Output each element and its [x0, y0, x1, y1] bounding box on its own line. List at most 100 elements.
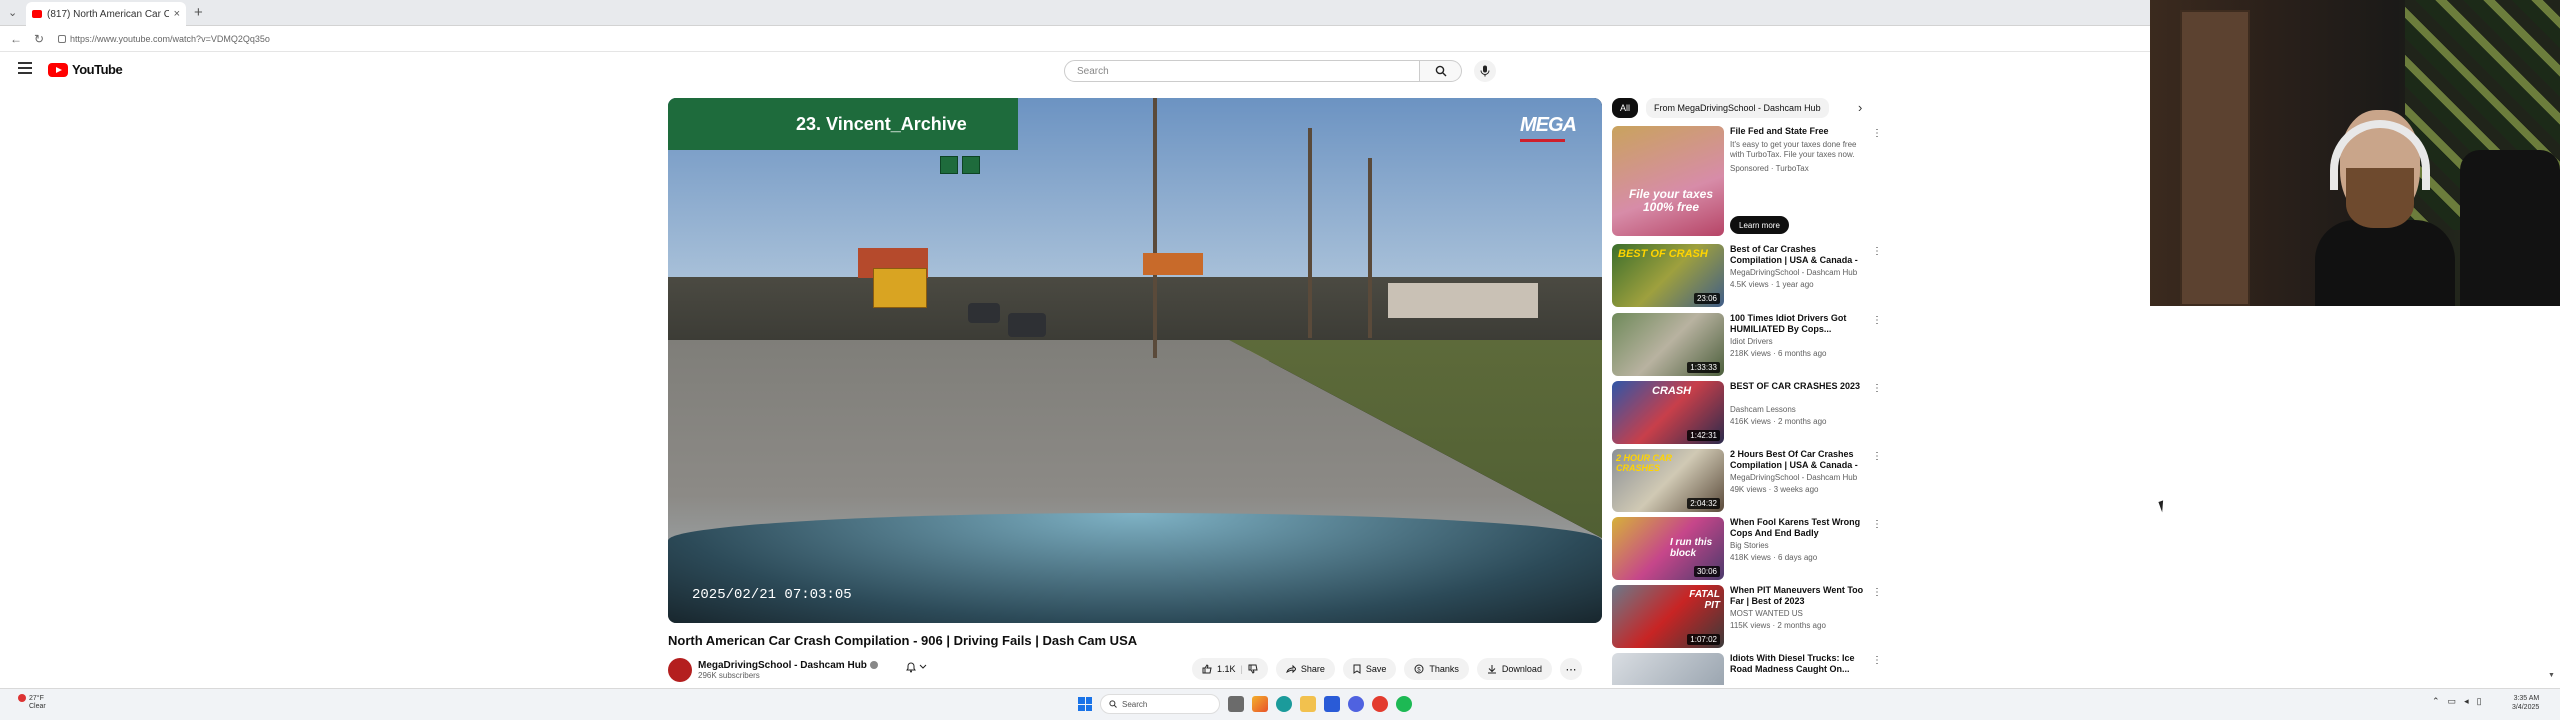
- task-view-icon[interactable]: [1228, 696, 1244, 712]
- volume-icon[interactable]: ◂: [2464, 696, 2469, 707]
- video-title[interactable]: 100 Times Idiot Drivers Got HUMILIATED B…: [1730, 313, 1865, 335]
- more-actions-button[interactable]: ⋯: [1559, 658, 1582, 680]
- tray-chevron-icon[interactable]: ⌃: [2432, 696, 2440, 707]
- back-icon[interactable]: ←: [10, 32, 22, 46]
- site-info-icon[interactable]: [58, 35, 66, 43]
- learn-more-button[interactable]: Learn more: [1730, 216, 1789, 234]
- video-title[interactable]: Idiots With Diesel Trucks: Ice Road Madn…: [1730, 653, 1865, 675]
- kebab-icon[interactable]: ⋮: [1872, 246, 1882, 257]
- windows-icon[interactable]: [1078, 697, 1092, 711]
- video-channel[interactable]: MegaDrivingSchool - Dashcam Hub: [1730, 268, 1857, 277]
- menu-icon[interactable]: [18, 62, 32, 74]
- browser-tab[interactable]: (817) North American Car Crash C ×: [26, 2, 186, 26]
- video-player[interactable]: 23. Vincent_Archive MEGA 2025/02/21 07:0…: [668, 98, 1602, 623]
- car-hood: [668, 512, 1602, 623]
- chip-all[interactable]: All: [1612, 98, 1639, 118]
- refresh-icon[interactable]: ↻: [34, 32, 44, 46]
- spotify-icon[interactable]: [1396, 696, 1412, 712]
- channel-info: MegaDrivingSchool - Dashcam Hub 296K sub…: [668, 658, 878, 682]
- ad-thumbnail[interactable]: File your taxes 100% free: [1612, 126, 1724, 236]
- video-channel[interactable]: Idiot Drivers: [1730, 337, 1773, 346]
- video-title: North American Car Crash Compilation - 9…: [668, 633, 1138, 648]
- share-icon: [1286, 664, 1296, 674]
- save-icon: [1353, 664, 1361, 674]
- video-title[interactable]: BEST OF CAR CRASHES 2023: [1730, 381, 1865, 392]
- chrome-icon[interactable]: [1372, 696, 1388, 712]
- video-meta: 218K views · 6 months ago: [1730, 349, 1827, 358]
- video-title[interactable]: Best of Car Crashes Compilation | USA & …: [1730, 244, 1865, 266]
- scrollbar-down-arrow[interactable]: ▼: [2548, 672, 2555, 679]
- video-thumbnail[interactable]: 1:33:33: [1612, 313, 1724, 376]
- youtube-logo[interactable]: YouTube: [48, 62, 123, 77]
- edge-icon[interactable]: [1276, 696, 1292, 712]
- taskbar-search-label: Search: [1122, 699, 1148, 709]
- taskbar-clock[interactable]: 3:35 AM 3/4/2025: [2512, 694, 2539, 712]
- store-icon[interactable]: [1324, 696, 1340, 712]
- video-thumbnail[interactable]: [1612, 653, 1724, 685]
- school-bus: [873, 268, 927, 308]
- discord-icon[interactable]: [1348, 696, 1364, 712]
- voice-search-button[interactable]: [1474, 60, 1496, 82]
- channel-avatar[interactable]: [668, 658, 692, 682]
- video-thumbnail[interactable]: 2 HOUR CAR CRASHES 2:04:32: [1612, 449, 1724, 512]
- roadside-sign: [1143, 253, 1203, 275]
- video-title[interactable]: When PIT Maneuvers Went Too Far | Best o…: [1730, 585, 1865, 607]
- video-channel[interactable]: MOST WANTED US: [1730, 609, 1803, 618]
- video-channel[interactable]: Big Stories: [1730, 541, 1769, 550]
- sponsored-ad[interactable]: File your taxes 100% free File Fed and S…: [1612, 126, 1882, 238]
- search-input[interactable]: Search: [1064, 60, 1420, 82]
- recommended-video[interactable]: Idiots With Diesel Trucks: Ice Road Madn…: [1612, 653, 1878, 685]
- video-channel[interactable]: Dashcam Lessons: [1730, 405, 1796, 414]
- ad-title[interactable]: File Fed and State Free: [1730, 126, 1865, 137]
- video-thumbnail[interactable]: BEST OF CRASH 23:06: [1612, 244, 1724, 307]
- like-button[interactable]: 1.1K |: [1192, 658, 1268, 680]
- notification-bell-button[interactable]: [905, 661, 927, 676]
- video-title[interactable]: When Fool Karens Test Wrong Cops And End…: [1730, 517, 1865, 539]
- dislike-icon[interactable]: [1248, 664, 1258, 674]
- tab-close-icon[interactable]: ×: [174, 8, 180, 20]
- kebab-icon[interactable]: ⋮: [1872, 315, 1882, 326]
- battery-icon[interactable]: ▯: [2477, 696, 2482, 707]
- recommended-video[interactable]: 2 HOUR CAR CRASHES 2:04:32 2 Hours Best …: [1612, 449, 1882, 513]
- recommended-video[interactable]: CRASH 1:42:31 BEST OF CAR CRASHES 2023 D…: [1612, 381, 1882, 445]
- download-icon: [1487, 665, 1496, 674]
- video-thumbnail[interactable]: CRASH 1:42:31: [1612, 381, 1724, 444]
- recommended-video[interactable]: FATAL PIT 1:07:02 When PIT Maneuvers Wen…: [1612, 585, 1882, 649]
- widgets-icon[interactable]: [1252, 696, 1268, 712]
- recommended-video[interactable]: BEST OF CRASH 23:06 Best of Car Crashes …: [1612, 244, 1882, 308]
- thanks-button[interactable]: $ Thanks: [1404, 658, 1469, 680]
- file-explorer-icon[interactable]: [1300, 696, 1316, 712]
- tab-title: (817) North American Car Crash C: [47, 8, 169, 20]
- download-button[interactable]: Download: [1476, 658, 1552, 680]
- video-thumbnail[interactable]: I run this block 30:06: [1612, 517, 1724, 580]
- chip-from-channel[interactable]: From MegaDrivingSchool - Dashcam Hub: [1646, 98, 1829, 118]
- url-field[interactable]: https://www.youtube.com/watch?v=VDMQ2Qq3…: [58, 31, 958, 47]
- taskbar-search[interactable]: Search: [1100, 694, 1220, 714]
- thumbnail-text: 2 HOUR CAR CRASHES: [1616, 453, 1673, 473]
- video-duration: 30:06: [1693, 566, 1720, 577]
- kebab-icon[interactable]: ⋮: [1872, 587, 1882, 598]
- tab-list-icon[interactable]: ⌄: [8, 6, 17, 19]
- recommended-video[interactable]: 1:33:33 100 Times Idiot Drivers Got HUMI…: [1612, 313, 1882, 377]
- overlay-square: [962, 156, 980, 174]
- clock-date: 3/4/2025: [2512, 704, 2540, 711]
- channel-name-row[interactable]: MegaDrivingSchool - Dashcam Hub: [698, 660, 878, 671]
- video-title[interactable]: 2 Hours Best Of Car Crashes Compilation …: [1730, 449, 1865, 471]
- kebab-icon[interactable]: ⋮: [1872, 383, 1882, 394]
- search-button[interactable]: [1420, 60, 1462, 82]
- webcam-person-body: [2315, 220, 2455, 306]
- weather-widget[interactable]: 27°F Clear: [18, 694, 46, 711]
- video-thumbnail[interactable]: FATAL PIT 1:07:02: [1612, 585, 1724, 648]
- mega-watermark: MEGA: [1520, 114, 1577, 142]
- kebab-icon[interactable]: ⋮: [1872, 128, 1882, 139]
- share-button[interactable]: Share: [1275, 658, 1335, 680]
- new-tab-button[interactable]: +: [194, 4, 203, 21]
- video-channel[interactable]: MegaDrivingSchool - Dashcam Hub: [1730, 473, 1857, 482]
- kebab-icon[interactable]: ⋮: [1872, 519, 1882, 530]
- network-icon[interactable]: ▭: [2448, 696, 2457, 707]
- recommended-video[interactable]: I run this block 30:06 When Fool Karens …: [1612, 517, 1882, 581]
- chips-next-icon[interactable]: ›: [1858, 100, 1862, 115]
- save-button[interactable]: Save: [1342, 658, 1397, 680]
- kebab-icon[interactable]: ⋮: [1872, 655, 1878, 666]
- kebab-icon[interactable]: ⋮: [1872, 451, 1882, 462]
